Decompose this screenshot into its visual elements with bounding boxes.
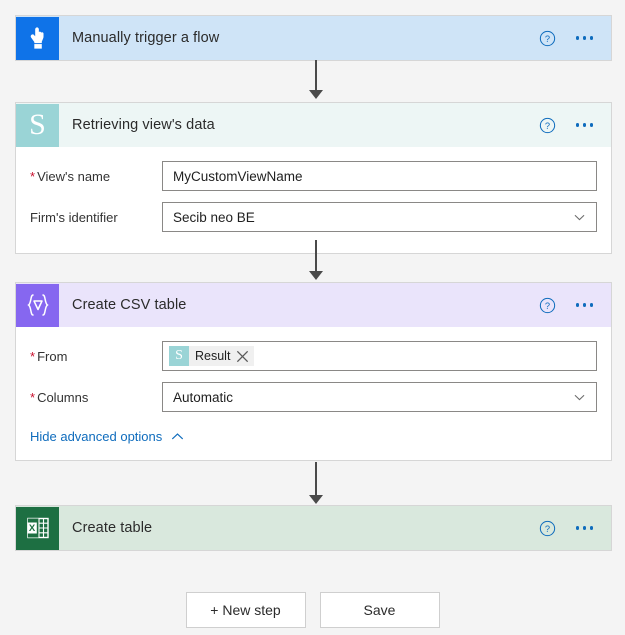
form-row-views-name: *View's name MyCustomViewName — [30, 161, 597, 191]
hand-pointer-icon — [16, 17, 59, 60]
svg-text:?: ? — [544, 524, 549, 534]
connector-arrow — [307, 240, 325, 282]
hide-advanced-options-label: Hide advanced options — [30, 429, 162, 444]
card-header[interactable]: Manually trigger a flow ? — [16, 16, 611, 60]
more-commands-icon[interactable] — [574, 520, 596, 536]
views-name-input[interactable]: MyCustomViewName — [162, 161, 597, 191]
firms-identifier-value: Secib neo BE — [173, 210, 255, 225]
svg-text:X: X — [28, 523, 35, 534]
save-button[interactable]: Save — [320, 592, 440, 628]
card-header[interactable]: X Create table ? — [16, 506, 611, 550]
svg-text:?: ? — [544, 301, 549, 311]
field-label: *Columns — [30, 390, 162, 405]
chevron-down-icon — [573, 211, 586, 224]
columns-value: Automatic — [173, 390, 233, 405]
secib-s-icon: S — [169, 346, 189, 366]
flow-card-retrieving-views-data[interactable]: S Retrieving view's data ? *View's name — [15, 102, 612, 254]
flow-card-manually-trigger-a-flow[interactable]: Manually trigger a flow ? — [15, 15, 612, 61]
form-row-firms-identifier: Firm's identifier Secib neo BE — [30, 202, 597, 232]
firms-identifier-dropdown[interactable]: Secib neo BE — [162, 202, 597, 232]
columns-dropdown[interactable]: Automatic — [162, 382, 597, 412]
card-title: Retrieving view's data — [72, 117, 215, 133]
field-label: *View's name — [30, 169, 162, 184]
help-icon[interactable]: ? — [539, 117, 556, 134]
field-label: Firm's identifier — [30, 210, 162, 225]
hide-advanced-options-link[interactable]: Hide advanced options — [30, 429, 184, 444]
chevron-down-icon — [573, 391, 586, 404]
from-input[interactable]: S Result — [162, 341, 597, 371]
help-icon[interactable]: ? — [539, 297, 556, 314]
card-header[interactable]: Create CSV table ? — [16, 283, 611, 327]
form-row-columns: *Columns Automatic — [30, 382, 597, 412]
card-header-actions: ? — [539, 297, 612, 314]
card-title: Create table — [72, 520, 152, 536]
card-header-actions: ? — [539, 520, 612, 537]
more-commands-icon[interactable] — [574, 30, 596, 46]
card-header-actions: ? — [539, 117, 612, 134]
dynamic-content-token[interactable]: S Result — [169, 346, 254, 366]
token-label: Result — [189, 349, 235, 363]
connector-arrow — [307, 462, 325, 506]
data-operations-icon — [16, 284, 59, 327]
help-icon[interactable]: ? — [539, 30, 556, 47]
required-asterisk: * — [30, 349, 35, 364]
secib-s-icon-glyph: S — [29, 110, 46, 140]
flow-card-create-table[interactable]: X Create table ? — [15, 505, 612, 551]
chevron-up-icon — [171, 432, 184, 441]
flow-card-create-csv-table[interactable]: Create CSV table ? *From S — [15, 282, 612, 461]
card-title: Manually trigger a flow — [72, 30, 219, 46]
card-header[interactable]: S Retrieving view's data ? — [16, 103, 611, 147]
svg-text:?: ? — [544, 121, 549, 131]
flow-designer-canvas: Manually trigger a flow ? S Retrieving v… — [0, 0, 625, 635]
svg-text:?: ? — [544, 34, 549, 44]
more-commands-icon[interactable] — [574, 297, 596, 313]
form-row-from: *From S Result — [30, 341, 597, 371]
flow-action-bar: + New step Save — [0, 592, 625, 628]
new-step-button[interactable]: + New step — [186, 592, 306, 628]
required-asterisk: * — [30, 390, 35, 405]
card-body: *View's name MyCustomViewName Firm's ide… — [16, 147, 611, 253]
secib-s-icon: S — [16, 104, 59, 147]
excel-icon: X — [16, 507, 59, 550]
more-commands-icon[interactable] — [574, 117, 596, 133]
card-header-actions: ? — [539, 30, 612, 47]
close-icon[interactable] — [235, 349, 250, 364]
card-title: Create CSV table — [72, 297, 186, 313]
field-label: *From — [30, 349, 162, 364]
help-icon[interactable]: ? — [539, 520, 556, 537]
required-asterisk: * — [30, 169, 35, 184]
card-body: *From S Result *Columns — [16, 327, 611, 460]
views-name-value: MyCustomViewName — [173, 169, 303, 184]
connector-arrow — [307, 60, 325, 100]
